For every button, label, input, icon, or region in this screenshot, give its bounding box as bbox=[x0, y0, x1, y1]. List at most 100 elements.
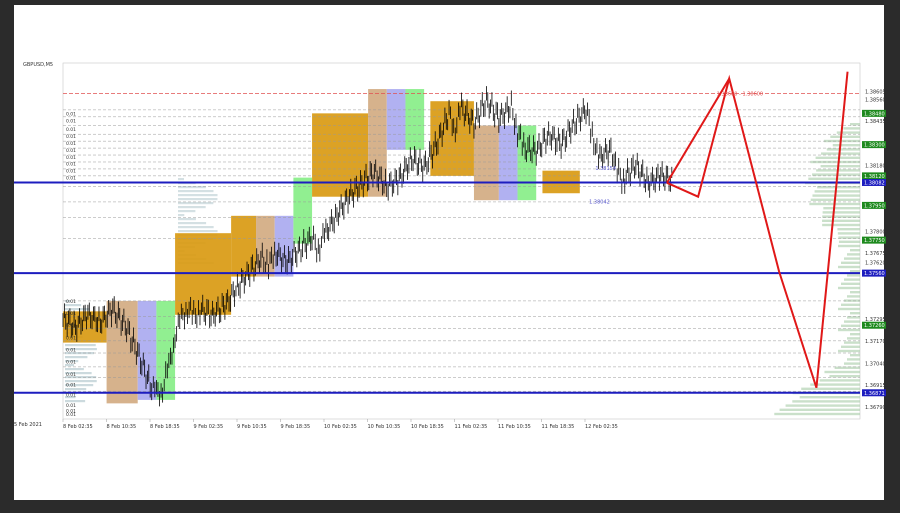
left-level-label: 0.01 bbox=[66, 162, 76, 168]
volume-bar bbox=[178, 218, 196, 221]
volume-bar bbox=[841, 261, 860, 264]
y-tick-label: 1.37040 bbox=[865, 361, 886, 367]
left-level-label: 0.01 bbox=[66, 403, 76, 409]
price-chart[interactable]: 1.386051.38560 1.38435 1.38180 1.37800 1.376… bbox=[0, 0, 900, 513]
volume-bar bbox=[824, 370, 860, 374]
left-level-label: 0.01 bbox=[66, 412, 76, 418]
price-tag-blue-label: 1.36871 bbox=[864, 391, 885, 397]
left-level-label: 0.01 bbox=[66, 141, 76, 147]
volume-bar bbox=[850, 291, 860, 294]
volume-bar bbox=[850, 312, 860, 315]
annotation-label: 1.38042 bbox=[589, 200, 610, 206]
x-tick-label: 11 Feb 18:35 bbox=[542, 424, 575, 430]
volume-bar bbox=[774, 412, 860, 416]
left-level-label: 0.01 bbox=[66, 148, 76, 154]
left-level-label: 0.01 bbox=[66, 169, 76, 175]
volume-bar bbox=[65, 308, 90, 311]
price-tag-blue-label: 1.38082 bbox=[864, 180, 885, 186]
x-tick-label: 11 Feb 02:35 bbox=[455, 424, 488, 430]
x-tick-label: 10 Feb 18:35 bbox=[411, 424, 444, 430]
left-level-label: 0.01 bbox=[66, 134, 76, 140]
volume-bar bbox=[850, 333, 860, 336]
volume-bar bbox=[847, 274, 860, 277]
volume-bar bbox=[65, 400, 86, 403]
volume-bar bbox=[823, 207, 860, 210]
volume-bar bbox=[65, 356, 88, 359]
volume-bar bbox=[178, 206, 206, 209]
price-tag-green-label: 1.37260 bbox=[864, 323, 885, 329]
price-tag-green-label: 1.37950 bbox=[864, 203, 885, 209]
volume-bar bbox=[838, 286, 860, 290]
left-level-label: 0.01 bbox=[66, 176, 76, 182]
left-level-label: 0.01 bbox=[66, 127, 76, 133]
x-tick-label: 8 Feb 18:35 bbox=[150, 424, 180, 430]
volume-bar bbox=[847, 358, 860, 361]
zone-box-green bbox=[156, 300, 176, 400]
price-tag-green-label: 1.38300 bbox=[864, 143, 885, 149]
volume-bar bbox=[838, 328, 860, 332]
left-level-label: 0.01 bbox=[66, 335, 76, 341]
volume-bar bbox=[812, 173, 860, 176]
volume-bar bbox=[850, 249, 860, 252]
volume-bar bbox=[178, 226, 214, 229]
volume-bar bbox=[850, 123, 860, 126]
volume-bar bbox=[830, 135, 860, 138]
x-tick-label: 10 Feb 10:35 bbox=[368, 424, 401, 430]
y-tick-label: 1.38605 bbox=[865, 90, 886, 96]
x-tick-label: 9 Feb 10:35 bbox=[237, 424, 267, 430]
volume-bar bbox=[850, 354, 860, 357]
y-tick-label: 1.36790 bbox=[865, 405, 886, 411]
price-tag-green-label: 1.37750 bbox=[864, 238, 885, 244]
y-tick-label: 1.37620 bbox=[865, 261, 886, 267]
volume-bar bbox=[820, 165, 860, 168]
volume-bar bbox=[792, 400, 860, 403]
volume-bar bbox=[799, 396, 860, 399]
volume-bar bbox=[178, 214, 185, 217]
volume-bar bbox=[838, 307, 860, 311]
left-level-label: 0.01 bbox=[66, 393, 76, 399]
volume-bar bbox=[847, 253, 860, 256]
annotation-label: 1.38680 - 1.38600 bbox=[717, 92, 763, 98]
volume-bar bbox=[65, 380, 97, 383]
left-level-label: 0.01 bbox=[66, 299, 76, 305]
volume-bar bbox=[836, 131, 860, 134]
volume-bar bbox=[838, 244, 860, 248]
volume-bar bbox=[850, 270, 860, 273]
chart-screenshot: 1.38605 1.38560 1.38435 1.38180 1.37800 1.376… bbox=[0, 0, 900, 513]
volume-bar bbox=[837, 232, 860, 235]
left-edge-date: 5 Feb 2021 bbox=[14, 422, 42, 428]
volume-bar bbox=[785, 404, 860, 407]
volume-bar bbox=[841, 303, 860, 306]
x-tick-label: 10 Feb 02:35 bbox=[324, 424, 357, 430]
zone-box-tan bbox=[473, 125, 499, 201]
volume-bar bbox=[844, 257, 860, 260]
y-tick-label: 1.36915 bbox=[865, 383, 886, 389]
left-level-label: 0.01 bbox=[66, 311, 76, 317]
left-level-label: 0.01 bbox=[66, 118, 76, 124]
volume-bar bbox=[178, 230, 218, 233]
volume-bar bbox=[847, 295, 860, 298]
volume-bar bbox=[841, 345, 860, 348]
volume-bar bbox=[841, 324, 860, 327]
volume-bar bbox=[838, 265, 860, 269]
annotation-label: 1.38154 bbox=[595, 166, 616, 172]
y-tick-label: 1.38435 bbox=[865, 119, 886, 125]
y-tick-label: 1.37675 bbox=[865, 251, 886, 257]
volume-bar bbox=[843, 127, 860, 130]
volume-bar bbox=[841, 282, 860, 285]
x-tick-label: 12 Feb 02:35 bbox=[585, 424, 618, 430]
volume-bar bbox=[822, 211, 860, 214]
volume-bar bbox=[847, 337, 860, 340]
volume-bar bbox=[844, 341, 860, 344]
volume-bar bbox=[65, 388, 87, 391]
volume-bar bbox=[178, 198, 218, 201]
volume-bar bbox=[838, 240, 860, 243]
x-tick-label: 9 Feb 18:35 bbox=[281, 424, 311, 430]
volume-bar bbox=[815, 156, 860, 159]
volume-bar bbox=[829, 375, 860, 378]
volume-bar bbox=[826, 148, 860, 151]
x-tick-label: 8 Feb 02:35 bbox=[63, 424, 93, 430]
volume-bar bbox=[832, 144, 860, 147]
volume-bar bbox=[178, 210, 196, 213]
left-level-label: 0.01 bbox=[66, 372, 76, 378]
